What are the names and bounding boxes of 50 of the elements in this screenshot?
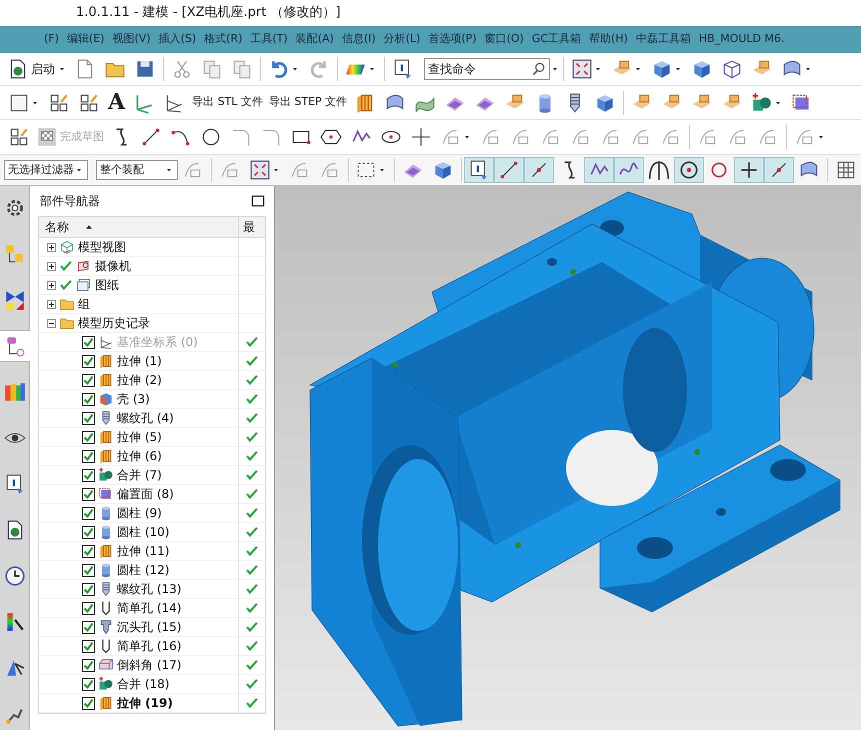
- tree-item[interactable]: 拉伸 (2): [117, 371, 162, 389]
- export-button[interactable]: 导出 STEP 文件: [266, 90, 350, 116]
- tree-item[interactable]: 简单孔 (14): [117, 599, 182, 617]
- tree-item[interactable]: 拉伸 (5): [117, 428, 162, 446]
- tree-item[interactable]: 圆柱 (10): [117, 523, 170, 541]
- menu-item[interactable]: HB_MOULD M6.: [698, 31, 785, 48]
- tree-item[interactable]: 拉伸 (19): [117, 694, 173, 712]
- menu-item[interactable]: 分析(L): [384, 31, 420, 48]
- tree-item[interactable]: 拉伸 (11): [117, 542, 170, 560]
- menu-item[interactable]: 插入(S): [158, 31, 196, 48]
- column-header[interactable]: 名称: [39, 217, 239, 237]
- filter-dropdown[interactable]: 无选择过滤器: [4, 160, 88, 180]
- menu-item[interactable]: GC工具箱: [532, 31, 582, 48]
- tree-item[interactable]: 组: [78, 295, 90, 313]
- menu-item[interactable]: 装配(A): [296, 31, 334, 48]
- command-search-field[interactable]: 查找命令: [424, 58, 550, 80]
- tree-item[interactable]: 螺纹孔 (13): [117, 580, 182, 598]
- tree-item[interactable]: 合并 (7): [117, 466, 162, 484]
- tree-item[interactable]: 拉伸 (1): [117, 352, 162, 370]
- tree-item[interactable]: 倒斜角 (17): [117, 656, 182, 674]
- menu-item[interactable]: 首选项(P): [428, 31, 477, 48]
- tree-item[interactable]: 壳 (3): [117, 390, 150, 408]
- menu-item[interactable]: 格式(R): [204, 31, 242, 48]
- tree-item[interactable]: 合并 (18): [117, 675, 170, 693]
- menu-item[interactable]: (F): [44, 31, 59, 48]
- text-tool-button[interactable]: A: [104, 86, 130, 119]
- menu-item[interactable]: 中磊工具箱: [636, 31, 691, 48]
- tree-item[interactable]: 沉头孔 (15): [117, 618, 182, 636]
- menu-item[interactable]: 视图(V): [112, 31, 151, 48]
- menu-item[interactable]: 工具(T): [250, 31, 288, 48]
- menu-item[interactable]: 帮助(H): [589, 31, 628, 48]
- tree-item[interactable]: 螺纹孔 (4): [117, 409, 174, 427]
- menu-item[interactable]: 窗口(O): [484, 31, 524, 48]
- menu-item[interactable]: 信息(I): [342, 31, 376, 48]
- tree-item[interactable]: 摄像机: [95, 257, 131, 275]
- tree-item[interactable]: 拉伸 (6): [117, 447, 162, 465]
- tree-item[interactable]: 图纸: [95, 276, 119, 294]
- tree-item[interactable]: 圆柱 (12): [117, 561, 170, 579]
- window-title: 1.0.1.11 - 建模 - [XZ电机座.prt （修改的）]: [76, 4, 341, 22]
- panel-title: 部件导航器: [40, 193, 100, 210]
- tree-item[interactable]: 模型历史记录: [78, 314, 150, 332]
- tree-item[interactable]: 偏置面 (8): [117, 485, 174, 503]
- scope-dropdown[interactable]: 整个装配: [96, 160, 178, 180]
- start-button[interactable]: 启动: [4, 56, 70, 82]
- tree-item[interactable]: 简单孔 (16): [117, 637, 182, 655]
- tree-item[interactable]: 模型视图: [78, 238, 126, 256]
- menu-item[interactable]: 编辑(E): [66, 31, 104, 48]
- column-header[interactable]: 最: [239, 217, 265, 237]
- tree-item[interactable]: 圆柱 (9): [117, 504, 162, 522]
- export-button[interactable]: 导出 STL 文件: [189, 90, 266, 116]
